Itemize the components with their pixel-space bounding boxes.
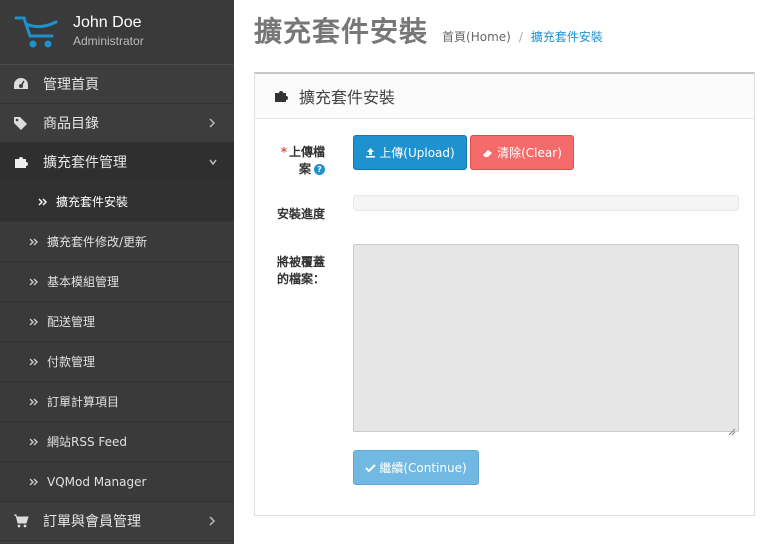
sidebar-subitem-label: 擴充套件修改/更新 [47,235,148,249]
sidebar-item-catalog[interactable]: 商品目錄 [0,104,234,143]
double-chevron-icon [38,197,48,207]
continue-button-label: 繼續(Continue) [379,461,467,475]
page-header: 擴充套件安裝 首頁(Home) / 擴充套件安裝 [254,10,603,50]
double-chevron-icon [29,237,39,247]
panel-heading: 擴充套件安裝 [255,74,754,119]
user-role: Administrator [73,34,144,48]
sidebar-subitem-extension-modify[interactable]: 擴充套件修改/更新 [0,222,234,262]
sidebar-item-label: 管理首頁 [43,77,99,93]
required-marker: * [280,145,287,159]
eraser-icon [483,149,493,157]
sidebar-item-extensions[interactable]: 擴充套件管理 [0,143,234,182]
continue-button[interactable]: 繼續(Continue) [353,450,479,485]
overwrite-files-label: 將被覆蓋 的檔案： [276,255,325,286]
double-chevron-icon [29,477,39,487]
breadcrumb-home-link[interactable]: 首頁(Home) [442,28,511,45]
sidebar-subitem-modules[interactable]: 基本模組管理 [0,262,234,302]
sidebar-item-label: 擴充套件管理 [43,155,127,171]
sidebar-subitem-label: 配送管理 [47,315,96,329]
double-chevron-icon [29,357,39,367]
sidebar-item-orders-customers[interactable]: 訂單與會員管理 [0,502,234,541]
page-title: 擴充套件安裝 [254,15,429,48]
clear-button-label: 清除(Clear) [497,146,562,160]
sidebar-subitem-label: 網站RSS Feed [47,435,128,449]
double-chevron-icon [29,317,39,327]
sidebar-item-dashboard[interactable]: 管理首頁 [0,65,234,104]
check-icon [365,463,377,472]
sidebar-subitem-shipping[interactable]: 配送管理 [0,302,234,342]
sidebar-subitem-vqmod[interactable]: VQMod Manager [0,462,234,502]
breadcrumb-current-link[interactable]: 擴充套件安裝 [531,28,603,45]
upload-file-label: * 上傳檔 案? [280,145,325,176]
user-name: John Doe [73,14,142,31]
overwrite-files-textarea[interactable] [353,244,739,436]
user-profile[interactable]: John Doe Administrator [0,0,234,65]
progress-label: 安裝進度 [276,207,325,221]
upload-icon [366,148,376,158]
double-chevron-icon [29,397,39,407]
panel-title: 擴充套件安裝 [299,88,396,107]
sidebar-subitem-payments[interactable]: 付款管理 [0,342,234,382]
shopping-cart-icon [13,513,29,529]
sidebar-item-label: 訂單與會員管理 [43,514,141,530]
chevron-right-icon [208,116,216,130]
sidebar-subitem-order-totals[interactable]: 訂單計算項目 [0,382,234,422]
resize-grip-icon[interactable] [728,421,736,436]
breadcrumb: 首頁(Home) / 擴充套件安裝 [442,28,603,45]
sidebar-subitem-label: 擴充套件安裝 [56,195,129,209]
sidebar-subitem-label: 付款管理 [47,355,96,369]
sidebar-item-label: 商品目錄 [43,116,99,132]
puzzle-icon [273,88,289,104]
sidebar-subitem-rss-feed[interactable]: 網站RSS Feed [0,422,234,462]
double-chevron-icon [29,277,39,287]
install-progress-bar [353,195,739,211]
chevron-down-icon [208,155,217,169]
cart-logo-icon [14,14,60,52]
double-chevron-icon [29,437,39,447]
sidebar-subitem-label: 訂單計算項目 [47,395,120,409]
sidebar-subitem-label: 基本模組管理 [47,275,120,289]
breadcrumb-separator: / [518,30,523,44]
sidebar: John Doe Administrator 管理首頁 商品目錄 擴充套件管理 [0,0,234,544]
sidebar-menu: 管理首頁 商品目錄 擴充套件管理 擴充套件安裝 擴充套件修改/更新 基本模組管理… [0,65,234,541]
help-icon[interactable]: ? [314,164,325,175]
upload-button-label: 上傳(Upload) [379,146,455,160]
upload-button[interactable]: 上傳(Upload) [353,135,467,170]
tags-icon [13,115,29,131]
install-panel: 擴充套件安裝 * 上傳檔 案? 上傳(Upload) 清除(Clear) 安裝進度… [254,72,755,516]
chevron-right-icon [208,514,216,528]
clear-button[interactable]: 清除(Clear) [470,135,574,170]
puzzle-icon [13,154,29,170]
sidebar-subitem-label: VQMod Manager [47,474,147,489]
dashboard-icon [13,76,29,92]
main-content: 擴充套件安裝 首頁(Home) / 擴充套件安裝 擴充套件安裝 * 上傳檔 案? … [234,0,770,544]
sidebar-subitem-extension-install[interactable]: 擴充套件安裝 [0,182,234,222]
